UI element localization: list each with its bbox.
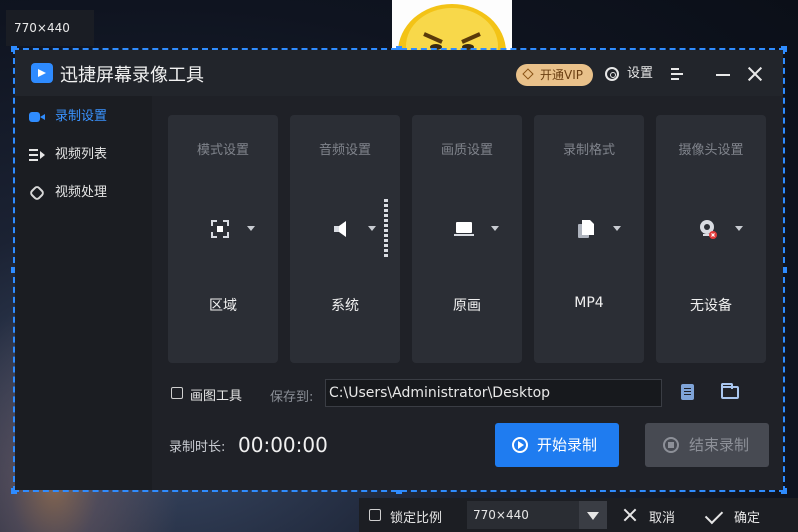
diamond-icon [522,68,534,80]
card-title: 录制格式 [562,143,615,158]
dimension-select[interactable]: 770×440 [467,501,607,529]
stop-circle-icon [663,437,679,453]
vip-button[interactable]: 开通VIP [516,64,593,86]
start-recording-label: 开始录制 [537,436,598,454]
card-quality-settings[interactable]: 画质设置 原画 [412,115,522,363]
card-value: MP4 [574,295,604,311]
vip-label: 开通VIP [540,68,583,82]
webcam-disabled-icon [700,220,717,239]
stop-recording-label: 结束录制 [689,436,750,454]
settings-button[interactable]: 设置 [605,63,653,85]
sidebar-item-record-settings[interactable]: 录制设置 [15,98,152,136]
stop-recording-button[interactable]: 结束录制 [645,423,769,467]
speaker-icon [334,221,346,237]
sidebar-item-video-list[interactable]: 视频列表 [15,136,152,174]
play-circle-icon [512,437,528,453]
card-title: 音频设置 [318,143,371,158]
duration-label: 录制时长: [169,440,226,455]
minimize-icon[interactable] [716,74,730,76]
start-recording-button[interactable]: 开始录制 [495,423,619,467]
app-logo-icon [31,63,53,83]
folder-open-icon[interactable] [721,383,739,399]
app-title: 迅捷屏幕录像工具 [60,65,204,86]
drawing-tool-label: 画图工具 [190,389,243,404]
monitor-icon [454,222,474,236]
cancel-icon[interactable] [623,508,637,522]
recorder-window: 迅捷屏幕录像工具 开通VIP 设置 录制设置 视频列表 视频处理 模式设置 区域… [15,50,783,490]
card-value: 无设备 [690,298,732,314]
menu-icon[interactable] [671,68,683,80]
card-value: 系统 [331,298,359,314]
chevron-down-icon [735,226,743,231]
lock-ratio-checkbox[interactable] [369,509,381,521]
sidebar-item-label: 视频处理 [55,185,108,200]
volume-level-bar [384,199,388,259]
region-select-icon [211,220,229,238]
card-title: 画质设置 [440,143,493,158]
selection-size-label: 770×440 [6,10,94,46]
card-format-settings[interactable]: 录制格式 MP4 [534,115,644,363]
save-path-input[interactable] [325,379,662,407]
dimension-value: 770×440 [473,508,529,522]
chevron-down-icon [613,226,621,231]
close-icon[interactable] [747,66,763,82]
chevron-down-icon [247,226,255,231]
card-title: 模式设置 [196,143,249,158]
chevron-down-icon[interactable] [579,501,607,529]
sidebar-item-label: 录制设置 [55,109,108,124]
scissors-icon [28,184,46,202]
confirm-check-icon[interactable] [704,505,724,525]
lock-ratio-label: 锁定比例 [390,511,443,526]
card-webcam-settings[interactable]: 摄像头设置 无设备 [656,115,766,363]
chevron-down-icon [491,226,499,231]
save-path-label: 保存到: [270,390,314,405]
region-toolbar: 锁定比例 770×440 取消 确定 [359,498,798,532]
list-play-icon [29,148,45,162]
confirm-button[interactable]: 确定 [734,507,760,526]
video-camera-icon [29,112,45,122]
card-audio-settings[interactable]: 音频设置 系统 [290,115,400,363]
sidebar-item-video-processing[interactable]: 视频处理 [15,174,152,212]
card-value: 原画 [453,298,481,314]
title-bar: 迅捷屏幕录像工具 开通VIP 设置 [15,50,783,96]
settings-label: 设置 [627,66,654,81]
chevron-down-icon [368,226,376,231]
sidebar: 录制设置 视频列表 视频处理 [15,96,152,490]
gear-icon [605,67,619,81]
card-mode-settings[interactable]: 模式设置 区域 [168,115,278,363]
card-title: 摄像头设置 [678,143,744,158]
cancel-button[interactable]: 取消 [649,507,675,526]
document-list-icon[interactable] [681,384,694,400]
card-value: 区域 [209,298,237,314]
file-format-icon [578,220,594,238]
drawing-tool-checkbox[interactable] [171,387,183,399]
sidebar-item-label: 视频列表 [55,147,108,162]
duration-timer: 00:00:00 [238,433,328,457]
